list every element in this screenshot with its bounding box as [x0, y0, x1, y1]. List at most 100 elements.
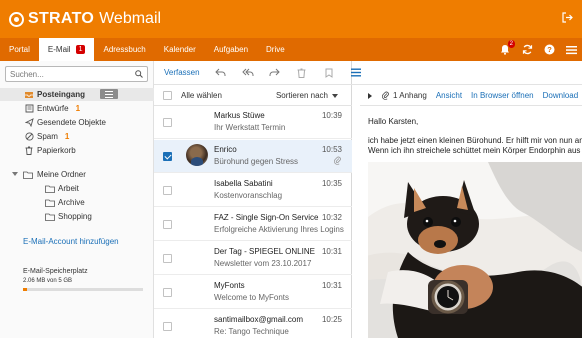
message-subject: Newsletter vom 23.10.2017: [214, 259, 312, 268]
reply-icon[interactable]: [215, 67, 227, 79]
main-nav: Portal E-Mail 1 Adressbuch Kalender Aufga…: [0, 38, 582, 61]
help-icon[interactable]: ?: [538, 38, 560, 61]
message-checkbox[interactable]: [163, 322, 172, 331]
message-time: 10:32: [321, 213, 342, 222]
strato-logo[interactable]: STRATO Webmail: [9, 9, 161, 29]
spam-icon: [23, 131, 35, 142]
email-body-line: ich habe jetzt einen kleinen Bürohund. E…: [368, 136, 582, 145]
message-row[interactable]: Der Tag - SPIEGEL ONLINE Newsletter vom …: [154, 242, 352, 275]
storage-bar: [23, 288, 143, 291]
folder-entwuerfe[interactable]: Entwürfe 1: [0, 102, 154, 115]
bell-icon[interactable]: 2: [494, 38, 516, 61]
folder-arbeit[interactable]: Arbeit: [0, 182, 154, 195]
attachment-icon: [334, 156, 341, 165]
folder-icon: [44, 197, 56, 208]
nav-email-label: E-Mail: [47, 45, 71, 54]
compose-button[interactable]: Verfassen: [164, 68, 200, 77]
message-from: Enrico: [214, 145, 237, 154]
message-checkbox[interactable]: [163, 118, 172, 127]
folder-posteingang[interactable]: Posteingang: [0, 88, 154, 101]
folder-count: 1: [64, 132, 70, 141]
expand-icon[interactable]: [9, 169, 21, 180]
message-from: Der Tag - SPIEGEL ONLINE: [214, 247, 315, 256]
nav-adressbuch[interactable]: Adressbuch: [94, 38, 154, 61]
folder-label: Papierkorb: [37, 146, 76, 155]
folder-meine-ordner[interactable]: Meine Ordner: [0, 168, 154, 181]
nav-drive[interactable]: Drive: [257, 38, 294, 61]
expand-attachments-icon[interactable]: [368, 92, 372, 99]
message-checkbox[interactable]: [163, 152, 172, 161]
folder-papierkorb[interactable]: Papierkorb: [0, 144, 154, 157]
nav-aufgaben-label: Aufgaben: [213, 45, 249, 54]
message-time: 10:31: [321, 281, 342, 290]
menu-icon[interactable]: [560, 38, 582, 61]
reply-all-icon[interactable]: [241, 67, 254, 79]
message-row[interactable]: FAZ - Single Sign-On Service Erfolgreich…: [154, 208, 352, 241]
folder-label: Archive: [58, 198, 85, 207]
select-all-checkbox[interactable]: [163, 91, 172, 100]
message-subject: Erfolgreiche Aktivierung Ihres Logins: [214, 225, 344, 234]
nav-portal[interactable]: Portal: [0, 38, 39, 61]
message-subject: Welcome to MyFonts: [214, 293, 289, 302]
storage-value: 2.06 MB von 5 GB: [23, 278, 73, 284]
nav-portal-label: Portal: [9, 45, 30, 54]
message-from: MyFonts: [214, 281, 245, 290]
view-attachment-link[interactable]: Ansicht: [436, 91, 462, 100]
caret-down-icon: [332, 93, 338, 98]
folder-label: Shopping: [58, 212, 92, 221]
message-time: 10:35: [321, 179, 342, 188]
app-header: STRATO Webmail: [0, 0, 582, 38]
folder-label: Posteingang: [37, 90, 86, 99]
nav-icon-group: 2 ?: [494, 38, 582, 61]
message-checkbox[interactable]: [163, 254, 172, 263]
reading-pane: 1 Anhang Ansicht In Browser öffnen Downl…: [360, 86, 582, 338]
delete-icon[interactable]: [296, 67, 308, 79]
message-row[interactable]: santimailbox@gmail.com Re: Tango Techniq…: [154, 310, 352, 338]
nav-email[interactable]: E-Mail 1: [38, 38, 95, 61]
folder-icon: [44, 183, 56, 194]
logo-brand: STRATO: [28, 10, 95, 27]
search-input[interactable]: [6, 67, 131, 81]
drafts-icon: [23, 103, 35, 114]
nav-kalender[interactable]: Kalender: [155, 38, 205, 61]
folder-label: Spam: [37, 132, 58, 141]
message-subject: Bürohund gegen Stress: [214, 157, 299, 166]
search-icon[interactable]: [135, 70, 143, 78]
folder-label: Meine Ordner: [37, 170, 86, 179]
flag-icon[interactable]: [323, 67, 335, 79]
open-in-browser-link[interactable]: In Browser öffnen: [471, 91, 534, 100]
logout-icon[interactable]: [561, 12, 573, 24]
message-row[interactable]: Markus Stüwe Ihr Werkstatt Termin 10:39: [154, 106, 352, 139]
dog-photo: [368, 162, 582, 338]
folder-label: Arbeit: [58, 184, 79, 193]
message-row[interactable]: Isabella Sabatini Kostenvoranschlag 10:3…: [154, 174, 352, 207]
sort-dropdown[interactable]: Sortieren nach: [276, 91, 338, 100]
logo-mark-icon: [9, 11, 24, 27]
message-checkbox[interactable]: [163, 186, 172, 195]
message-checkbox[interactable]: [163, 220, 172, 229]
message-subject: Kostenvoranschlag: [214, 191, 283, 200]
unread-badge: 1: [75, 45, 86, 54]
refresh-icon[interactable]: [516, 38, 538, 61]
message-checkbox[interactable]: [163, 288, 172, 297]
folder-options-button[interactable]: [100, 89, 118, 99]
download-link[interactable]: Download: [543, 91, 579, 100]
message-row[interactable]: MyFonts Welcome to MyFonts 10:31: [154, 276, 352, 309]
add-account-link[interactable]: E-Mail-Account hinzufügen: [23, 237, 119, 246]
folder-shopping[interactable]: Shopping: [0, 210, 154, 223]
select-all-label[interactable]: Alle wählen: [181, 91, 222, 100]
folder-archive[interactable]: Archive: [0, 196, 154, 209]
message-time: 10:39: [321, 111, 342, 120]
nav-adressbuch-label: Adressbuch: [103, 45, 146, 54]
nav-aufgaben[interactable]: Aufgaben: [205, 38, 257, 61]
email-body: ich habe jetzt einen kleinen Bürohund. E…: [368, 136, 582, 156]
message-from: FAZ - Single Sign-On Service: [214, 213, 319, 222]
message-from: Isabella Sabatini: [214, 179, 273, 188]
view-options-icon[interactable]: [350, 67, 362, 79]
list-header: Alle wählen Sortieren nach: [154, 86, 352, 106]
folder-spam[interactable]: Spam 1: [0, 130, 154, 143]
folder-gesendete[interactable]: Gesendete Objekte: [0, 116, 154, 129]
message-row[interactable]: Enrico Bürohund gegen Stress 10:53: [154, 140, 352, 173]
forward-icon[interactable]: [269, 67, 281, 79]
attachment-bar: 1 Anhang Ansicht In Browser öffnen Downl…: [360, 86, 582, 106]
